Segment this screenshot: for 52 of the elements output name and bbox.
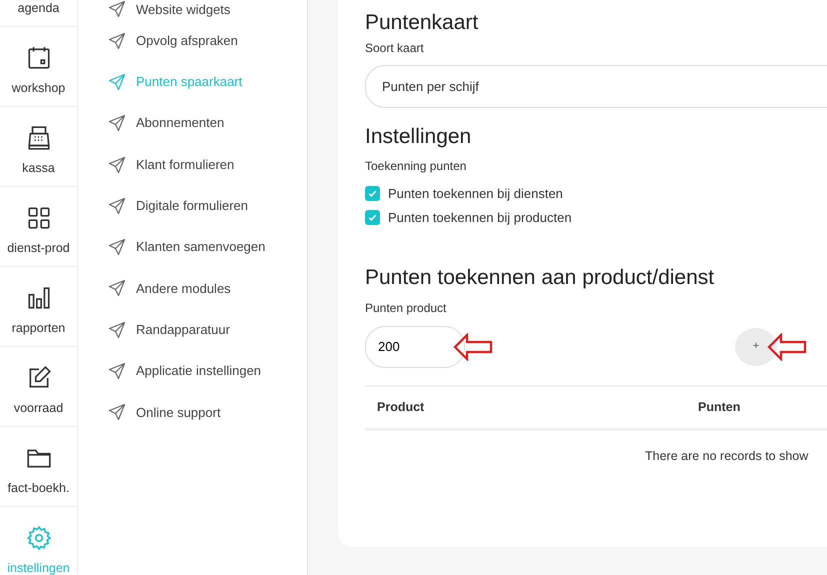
menu-item[interactable]: Abonnementen	[108, 102, 307, 144]
checkbox-label: Punten toekennen bij producten	[388, 208, 572, 227]
bar-chart-icon	[26, 285, 52, 312]
add-button[interactable]: +	[735, 328, 777, 366]
menu-item[interactable]: Randapparatuur	[108, 309, 307, 350]
checkbox-label: Punten toekennen bij diensten	[388, 184, 563, 203]
section-title: Punten toekennen aan product/dienst	[365, 265, 716, 291]
points-input[interactable]: 200	[365, 326, 465, 368]
send-icon	[108, 320, 126, 339]
menu-item[interactable]: Klanten samenvoegen	[108, 226, 307, 268]
send-icon	[108, 32, 126, 50]
empty-message: There are no records to show	[645, 448, 808, 465]
send-icon	[108, 362, 126, 380]
field-label: Punten product	[365, 300, 448, 317]
send-icon	[108, 196, 126, 215]
field-label: Toekenning punten	[365, 158, 468, 176]
cash-register-icon	[26, 125, 52, 152]
rail-item[interactable]: rapporten	[0, 267, 77, 347]
section-title: Instellingen	[365, 124, 472, 150]
rail-item[interactable]: voorraad	[0, 347, 77, 427]
rail-item[interactable]: agenda	[0, 0, 77, 27]
rail-item[interactable]: dienst-prod	[0, 187, 77, 267]
menu-item[interactable]: Opvolg afspraken	[108, 20, 307, 62]
card-type-select[interactable]: Punten per schijf	[365, 65, 827, 108]
settings-icon	[26, 525, 52, 552]
checkbox[interactable]	[365, 186, 380, 201]
section-title: Puntenkaart	[365, 10, 480, 36]
send-icon	[108, 403, 126, 422]
column-header: Punten	[698, 398, 740, 416]
menu-item[interactable]: Applicatie instellingen	[108, 350, 307, 392]
grid-icon	[26, 205, 52, 232]
field-label: Soort kaart	[365, 40, 425, 58]
menu-item[interactable]: Andere modules	[108, 268, 307, 310]
send-icon	[108, 114, 126, 132]
check-icon	[368, 188, 377, 198]
check-icon	[368, 212, 377, 222]
column-header: Product	[376, 398, 426, 416]
menu-item[interactable]: Digitale formulieren	[108, 185, 307, 226]
arrow-icon	[767, 332, 807, 361]
rail-item[interactable]: kassa	[0, 107, 77, 187]
rail-item[interactable]: workshop	[0, 27, 77, 107]
menu-item[interactable]: Klant formulieren	[108, 144, 307, 186]
send-icon	[108, 238, 126, 256]
calendar-icon	[26, 45, 52, 72]
menu-item[interactable]: Website widgets	[108, 0, 307, 20]
send-icon	[108, 72, 126, 91]
send-icon	[108, 156, 126, 174]
send-icon	[108, 279, 126, 298]
send-icon	[108, 0, 126, 18]
rail-item[interactable]: fact-boekh.	[0, 427, 77, 507]
menu-item[interactable]: Online support	[108, 392, 307, 433]
checkbox[interactable]	[365, 210, 380, 225]
